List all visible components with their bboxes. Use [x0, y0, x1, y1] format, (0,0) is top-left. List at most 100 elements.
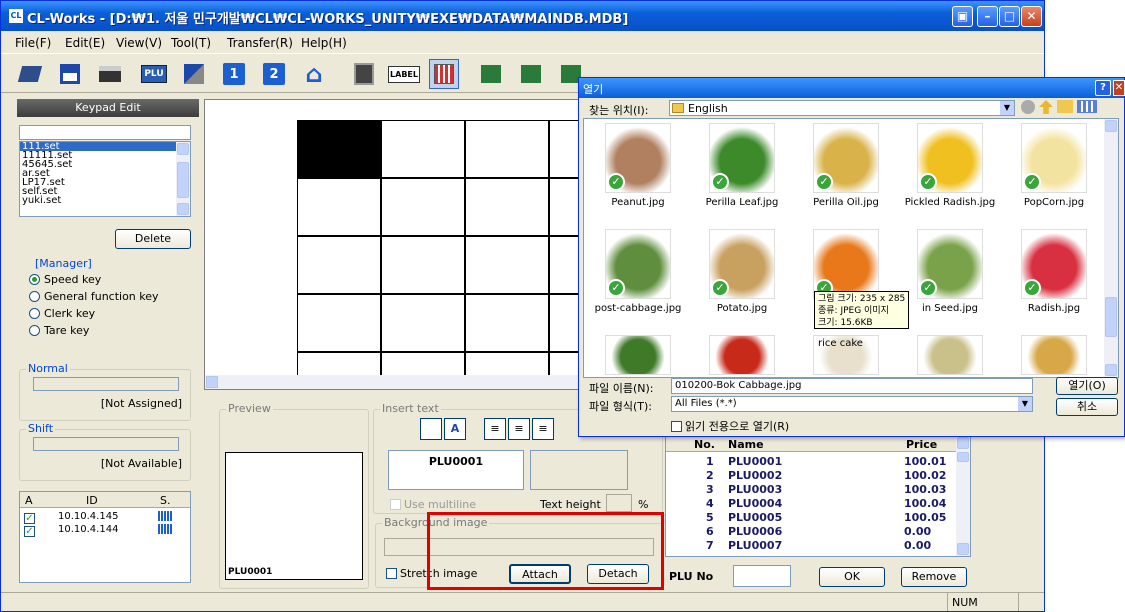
key-cell[interactable] — [465, 294, 549, 352]
label-icon[interactable]: LABEL — [388, 59, 420, 89]
thumbnail-scrollbar[interactable] — [1104, 119, 1118, 377]
keyboard-icon[interactable] — [349, 59, 379, 89]
key-cell[interactable] — [549, 178, 579, 236]
close-button[interactable]: ✕ — [1021, 6, 1042, 27]
key-cell[interactable] — [549, 120, 579, 178]
table-row[interactable]: ✓ 10.10.4.145 — [24, 511, 118, 524]
key-cell[interactable] — [549, 294, 579, 352]
key-cell[interactable] — [381, 236, 465, 294]
tare-key-radio[interactable]: Tare key — [29, 324, 89, 337]
filetype-select[interactable]: All Files (*.*) ▼ — [671, 396, 1033, 412]
keypad-name-field[interactable] — [19, 125, 191, 140]
file-thumbnail[interactable]: ✓ in Seed.jpg — [900, 229, 1000, 314]
file-thumbnail[interactable]: ✓ Radish.jpg — [1004, 229, 1104, 314]
menu-file[interactable]: File(F) — [15, 36, 51, 50]
key-cell[interactable] — [297, 294, 381, 352]
key-one-icon[interactable]: 1 — [219, 59, 249, 89]
chevron-down-icon[interactable]: ▼ — [1000, 101, 1014, 115]
keypad-file-list[interactable]: 111.set 11111.set 45645.set ar.set LP17.… — [19, 141, 191, 217]
file-thumbnail[interactable] — [692, 335, 792, 375]
file-thumbnail[interactable]: rice cake — [796, 335, 896, 375]
use-multiline-checkbox[interactable]: Use multiline — [390, 498, 476, 511]
table-row[interactable]: 1 PLU0001 100.01 — [666, 455, 956, 468]
plu-icon[interactable]: PLU — [139, 59, 169, 89]
file-thumbnail[interactable] — [588, 335, 688, 375]
delete-button[interactable]: Delete — [115, 229, 191, 249]
device-checkbox[interactable]: ✓ — [24, 513, 35, 524]
filename-input[interactable]: 010200-Bok Cabbage.jpg — [671, 378, 1033, 394]
grid-horizontal-scrollbar[interactable] — [205, 375, 579, 389]
key-cell-selected[interactable] — [297, 120, 381, 178]
plu-table-scrollbar[interactable] — [956, 436, 970, 556]
table-row[interactable]: 6 PLU0006 0.00 — [666, 525, 956, 538]
key-cell[interactable] — [381, 294, 465, 352]
restore-child-button[interactable]: ▣ — [952, 6, 973, 27]
file-thumbnail[interactable]: ✓ Perilla Leaf.jpg — [692, 123, 792, 208]
table-row[interactable]: 4 PLU0004 100.04 — [666, 497, 956, 510]
up-folder-icon[interactable] — [1039, 100, 1053, 114]
table-row[interactable]: 5 PLU0005 100.05 — [666, 511, 956, 524]
file-thumbnail[interactable]: ✓ Peanut.jpg — [588, 123, 688, 208]
table-row[interactable]: 2 PLU0002 100.02 — [666, 469, 956, 482]
key-two-icon[interactable]: 2 — [259, 59, 289, 89]
menu-view[interactable]: View(V) — [116, 36, 162, 50]
plu-no-input[interactable] — [733, 565, 791, 587]
send-icon[interactable] — [476, 59, 506, 89]
minimize-button[interactable]: – — [977, 6, 998, 27]
scroll-left-icon[interactable] — [206, 376, 218, 388]
key-cell[interactable] — [381, 178, 465, 236]
key-cell[interactable] — [297, 236, 381, 294]
menu-edit[interactable]: Edit(E) — [65, 36, 105, 50]
keypad-icon[interactable] — [429, 59, 459, 89]
general-function-key-radio[interactable]: General function key — [29, 290, 159, 303]
readonly-checkbox[interactable]: 읽기 전용으로 열기(R) — [671, 418, 789, 434]
align-left-icon[interactable]: ≡ — [484, 418, 506, 440]
dialog-title-bar[interactable]: 열기 ? ✕ — [579, 78, 1125, 98]
device-checkbox[interactable]: ✓ — [24, 526, 35, 537]
cancel-button[interactable]: 취소 — [1056, 398, 1118, 416]
key-cell[interactable] — [297, 178, 381, 236]
table-row[interactable]: 3 PLU0003 100.03 — [666, 483, 956, 496]
menu-help[interactable]: Help(H) — [301, 36, 347, 50]
ok-button[interactable]: OK — [819, 567, 885, 587]
new-folder-icon[interactable] — [1057, 100, 1073, 113]
remove-button[interactable]: Remove — [901, 567, 967, 587]
file-thumbnail[interactable]: ✓ Pickled Radish.jpg — [900, 123, 1000, 208]
table-row[interactable]: 7 PLU0007 0.00 — [666, 539, 956, 552]
menu-transfer[interactable]: Transfer(R) — [227, 36, 293, 50]
maximize-button[interactable]: □ — [999, 6, 1020, 27]
key-cell[interactable] — [549, 236, 579, 294]
title-bar[interactable]: CL CL-Works - [D:₩1. 저울 민구개발₩CL₩CL-WORKS… — [1, 1, 1044, 31]
help-icon[interactable]: ? — [1095, 80, 1111, 96]
file-thumbnail[interactable]: ✓ Perilla Oil.jpg — [796, 123, 896, 208]
file-thumbnail[interactable] — [1004, 335, 1104, 375]
look-in-select[interactable]: English ▼ — [669, 100, 1015, 116]
table-row[interactable]: ✓ 10.10.4.144 — [24, 524, 118, 537]
file-thumbnail[interactable] — [900, 335, 1000, 375]
align-right-icon[interactable]: ≡ — [532, 418, 554, 440]
list-scrollbar[interactable] — [176, 142, 190, 216]
font-icon[interactable]: A — [444, 418, 466, 440]
key-cell[interactable] — [381, 120, 465, 178]
save-icon[interactable] — [55, 59, 85, 89]
clerk-key-radio[interactable]: Clerk key — [29, 307, 95, 320]
open-button[interactable]: 열기(O) — [1056, 377, 1118, 395]
list-item[interactable]: yuki.set — [20, 196, 190, 206]
insert-text-input[interactable]: PLU0001 — [388, 450, 524, 490]
file-thumbnail[interactable]: ✓ Potato.jpg — [692, 229, 792, 314]
home-icon[interactable]: ⌂ — [299, 59, 329, 89]
align-center-icon[interactable]: ≡ — [508, 418, 530, 440]
transfer-icon[interactable] — [179, 59, 209, 89]
print-icon[interactable] — [95, 59, 125, 89]
open-icon[interactable] — [15, 59, 45, 89]
back-icon[interactable] — [1021, 100, 1035, 114]
key-cell[interactable] — [465, 236, 549, 294]
file-thumbnail[interactable]: ✓ PopCorn.jpg — [1004, 123, 1104, 208]
key-cell[interactable] — [465, 120, 549, 178]
text-height-input[interactable] — [606, 494, 632, 512]
chevron-down-icon[interactable]: ▼ — [1018, 397, 1032, 411]
menu-tool[interactable]: Tool(T) — [171, 36, 211, 50]
key-cell[interactable] — [465, 178, 549, 236]
receive-icon[interactable] — [516, 59, 546, 89]
speed-key-radio[interactable]: Speed key — [29, 273, 101, 286]
